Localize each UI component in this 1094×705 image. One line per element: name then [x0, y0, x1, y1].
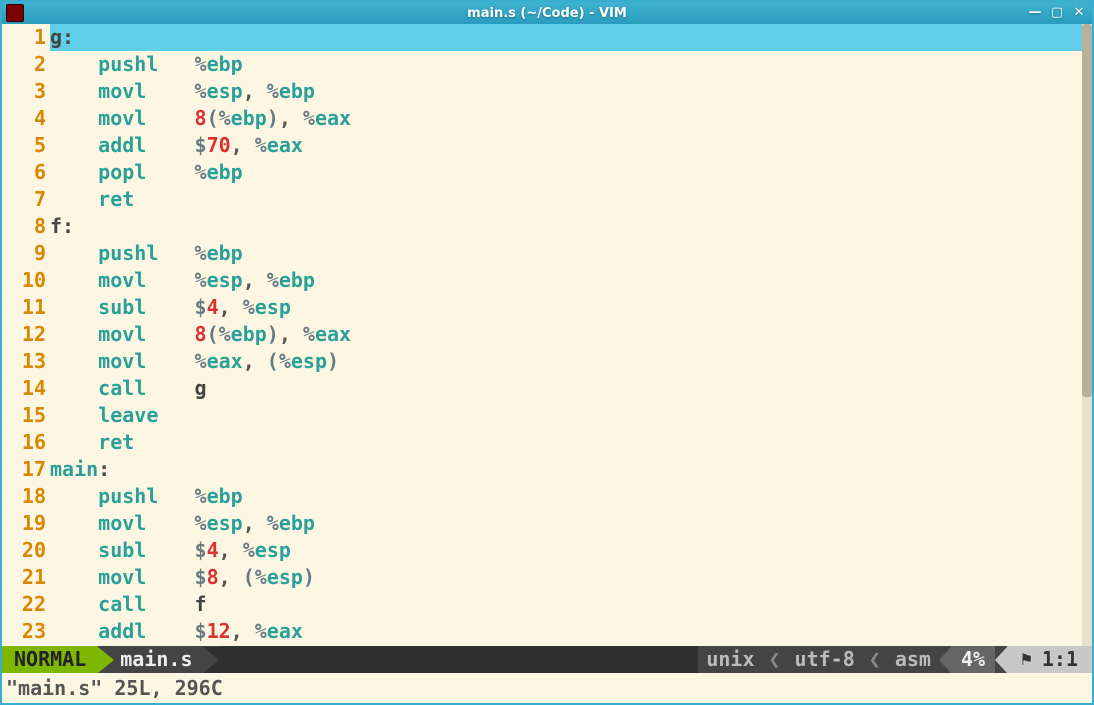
status-line: NORMAL main.s unix ❮ utf-8 ❮ asm 4% ⚑ 1:… [2, 646, 1092, 673]
line-number: 10 [2, 267, 46, 294]
statusline-spacer [219, 646, 699, 673]
filetype-text: asm [887, 646, 939, 673]
window-controls: — ▢ ✕ [1028, 6, 1086, 20]
minimize-button[interactable]: — [1028, 6, 1042, 20]
code-line[interactable]: addl $70, %eax [50, 132, 1082, 159]
statusline-right: unix ❮ utf-8 ❮ asm 4% ⚑ 1:1 [698, 646, 1092, 673]
line-number: 23 [2, 618, 46, 645]
mode-text: NORMAL [14, 646, 86, 673]
command-line-text: "main.s" 25L, 296C [6, 676, 223, 700]
separator-icon [203, 647, 219, 673]
code-line[interactable]: subl $4, %esp [50, 537, 1082, 564]
chevron-left-icon: ❮ [763, 646, 787, 673]
line-number: 5 [2, 132, 46, 159]
code-line[interactable]: pushl %ebp [50, 240, 1082, 267]
code-line[interactable]: movl %esp, %ebp [50, 267, 1082, 294]
line-number: 14 [2, 375, 46, 402]
line-number: 16 [2, 429, 46, 456]
code-line[interactable]: movl 8(%ebp), %eax [50, 321, 1082, 348]
window-titlebar[interactable]: main.s (~/Code) - VIM — ▢ ✕ [2, 2, 1092, 24]
close-button[interactable]: ✕ [1072, 6, 1086, 20]
vim-window: main.s (~/Code) - VIM — ▢ ✕ 123456789101… [0, 0, 1094, 705]
flag-icon: ⚑ [1021, 646, 1032, 673]
code-line[interactable]: ret [50, 186, 1082, 213]
line-number: 12 [2, 321, 46, 348]
code-line[interactable]: g: [50, 24, 1082, 51]
code-line[interactable]: movl %esp, %ebp [50, 510, 1082, 537]
code-line[interactable]: movl $8, (%esp) [50, 564, 1082, 591]
line-number-gutter: 1234567891011121314151617181920212223 [2, 24, 50, 646]
code-line[interactable]: subl $4, %esp [50, 294, 1082, 321]
app-icon [6, 4, 24, 22]
filename-text: main.s [120, 647, 192, 671]
position-segment: ⚑ 1:1 [1007, 646, 1092, 673]
code-line[interactable]: movl %esp, %ebp [50, 78, 1082, 105]
position-text: 1:1 [1042, 646, 1078, 673]
separator-icon [995, 647, 1007, 673]
separator-icon [939, 647, 951, 673]
code-line[interactable]: call f [50, 591, 1082, 618]
filename-segment: main.s [114, 646, 202, 673]
line-number: 19 [2, 510, 46, 537]
line-number: 4 [2, 105, 46, 132]
encoding-text: utf-8 [787, 646, 863, 673]
command-line[interactable]: "main.s" 25L, 296C [2, 673, 1092, 703]
line-number: 18 [2, 483, 46, 510]
line-number: 15 [2, 402, 46, 429]
maximize-button[interactable]: ▢ [1050, 6, 1064, 20]
code-buffer[interactable]: g: pushl %ebp movl %esp, %ebp movl 8(%eb… [50, 24, 1092, 646]
chevron-left-icon: ❮ [863, 646, 887, 673]
line-number: 17 [2, 456, 46, 483]
line-number: 8 [2, 213, 46, 240]
fileformat-text: unix [698, 646, 762, 673]
code-line[interactable]: popl %ebp [50, 159, 1082, 186]
code-line[interactable]: movl %eax, (%esp) [50, 348, 1082, 375]
separator-icon [98, 647, 114, 673]
code-line[interactable]: ret [50, 429, 1082, 456]
line-number: 6 [2, 159, 46, 186]
line-number: 20 [2, 537, 46, 564]
scrollbar-thumb[interactable] [1082, 24, 1092, 397]
line-number: 7 [2, 186, 46, 213]
code-line[interactable]: addl $12, %eax [50, 618, 1082, 645]
code-line[interactable]: main: [50, 456, 1082, 483]
code-line[interactable]: pushl %ebp [50, 51, 1082, 78]
percent-segment: 4% [951, 646, 995, 673]
mode-indicator: NORMAL [2, 646, 98, 673]
line-number: 3 [2, 78, 46, 105]
code-line[interactable]: movl 8(%ebp), %eax [50, 105, 1082, 132]
line-number: 13 [2, 348, 46, 375]
code-line[interactable]: call g [50, 375, 1082, 402]
code-line[interactable]: leave [50, 402, 1082, 429]
line-number: 1 [2, 24, 46, 51]
line-number: 9 [2, 240, 46, 267]
line-number: 22 [2, 591, 46, 618]
vertical-scrollbar[interactable] [1082, 24, 1092, 646]
editor-area[interactable]: 1234567891011121314151617181920212223 g:… [2, 24, 1092, 646]
line-number: 11 [2, 294, 46, 321]
percent-text: 4% [961, 646, 985, 673]
code-line[interactable]: f: [50, 213, 1082, 240]
code-line[interactable]: pushl %ebp [50, 483, 1082, 510]
line-number: 2 [2, 51, 46, 78]
line-number: 21 [2, 564, 46, 591]
window-title: main.s (~/Code) - VIM [467, 6, 627, 21]
